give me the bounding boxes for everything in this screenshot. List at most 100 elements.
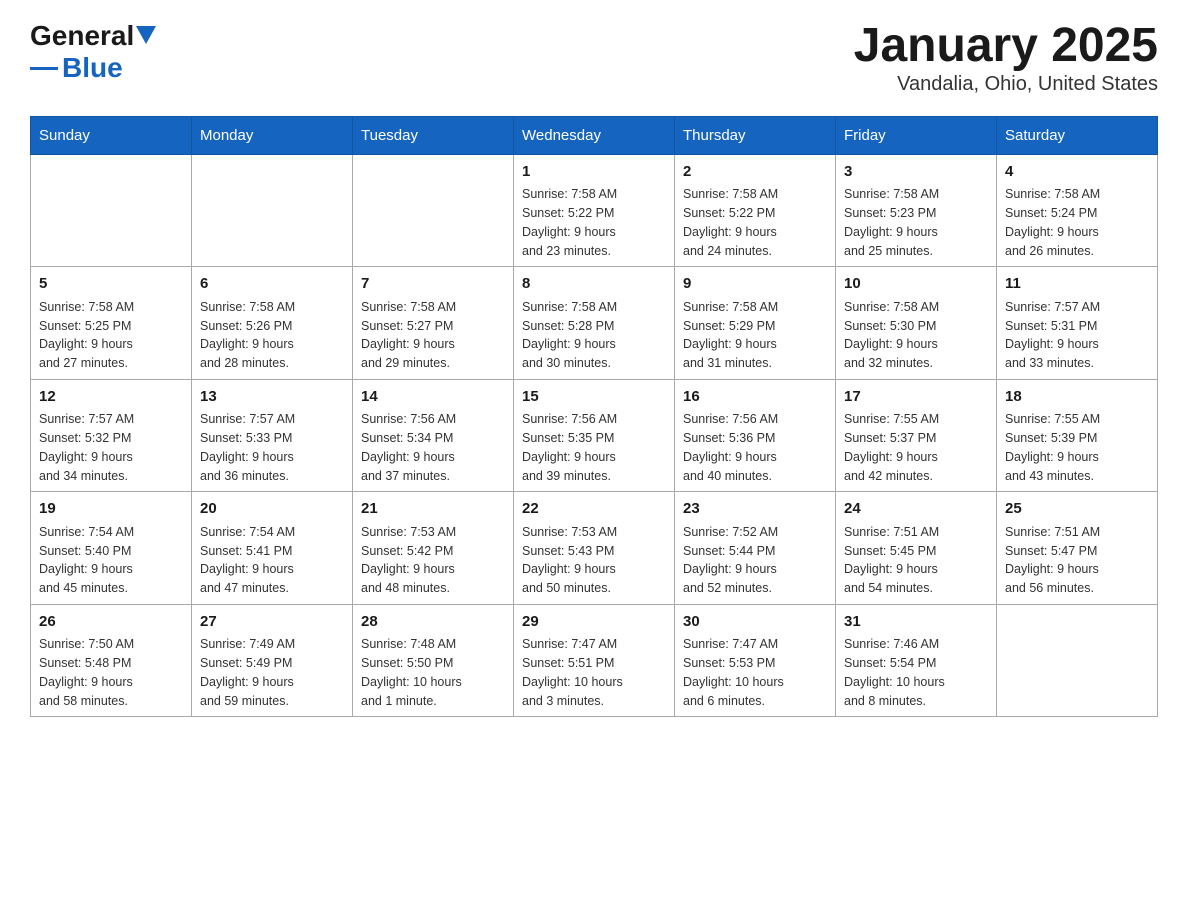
table-row — [353, 154, 514, 267]
col-wednesday: Wednesday — [514, 116, 675, 154]
page-subtitle: Vandalia, Ohio, United States — [854, 73, 1158, 96]
day-info: Sunrise: 7:46 AM Sunset: 5:54 PM Dayligh… — [844, 635, 988, 710]
day-number: 1 — [522, 161, 666, 184]
day-number: 18 — [1005, 386, 1149, 409]
day-number: 29 — [522, 611, 666, 634]
table-row: 4Sunrise: 7:58 AM Sunset: 5:24 PM Daylig… — [997, 154, 1158, 267]
calendar-week-row: 19Sunrise: 7:54 AM Sunset: 5:40 PM Dayli… — [31, 492, 1158, 605]
day-info: Sunrise: 7:58 AM Sunset: 5:28 PM Dayligh… — [522, 298, 666, 373]
table-row: 17Sunrise: 7:55 AM Sunset: 5:37 PM Dayli… — [836, 379, 997, 492]
day-info: Sunrise: 7:56 AM Sunset: 5:36 PM Dayligh… — [683, 410, 827, 485]
day-info: Sunrise: 7:57 AM Sunset: 5:31 PM Dayligh… — [1005, 298, 1149, 373]
table-row: 27Sunrise: 7:49 AM Sunset: 5:49 PM Dayli… — [192, 604, 353, 717]
table-row: 21Sunrise: 7:53 AM Sunset: 5:42 PM Dayli… — [353, 492, 514, 605]
day-number: 17 — [844, 386, 988, 409]
day-info: Sunrise: 7:56 AM Sunset: 5:34 PM Dayligh… — [361, 410, 505, 485]
table-row: 29Sunrise: 7:47 AM Sunset: 5:51 PM Dayli… — [514, 604, 675, 717]
day-info: Sunrise: 7:55 AM Sunset: 5:39 PM Dayligh… — [1005, 410, 1149, 485]
page-header: General Blue January 2025 Vandalia, Ohio… — [30, 20, 1158, 96]
day-number: 16 — [683, 386, 827, 409]
calendar-header-row: Sunday Monday Tuesday Wednesday Thursday… — [31, 116, 1158, 154]
table-row: 19Sunrise: 7:54 AM Sunset: 5:40 PM Dayli… — [31, 492, 192, 605]
day-info: Sunrise: 7:50 AM Sunset: 5:48 PM Dayligh… — [39, 635, 183, 710]
day-number: 6 — [200, 273, 344, 296]
col-sunday: Sunday — [31, 116, 192, 154]
calendar-week-row: 12Sunrise: 7:57 AM Sunset: 5:32 PM Dayli… — [31, 379, 1158, 492]
calendar-week-row: 1Sunrise: 7:58 AM Sunset: 5:22 PM Daylig… — [31, 154, 1158, 267]
table-row — [31, 154, 192, 267]
day-number: 26 — [39, 611, 183, 634]
day-number: 8 — [522, 273, 666, 296]
day-info: Sunrise: 7:58 AM Sunset: 5:27 PM Dayligh… — [361, 298, 505, 373]
table-row: 18Sunrise: 7:55 AM Sunset: 5:39 PM Dayli… — [997, 379, 1158, 492]
day-number: 4 — [1005, 161, 1149, 184]
day-number: 25 — [1005, 498, 1149, 521]
page-title: January 2025 — [854, 20, 1158, 73]
table-row: 31Sunrise: 7:46 AM Sunset: 5:54 PM Dayli… — [836, 604, 997, 717]
day-number: 22 — [522, 498, 666, 521]
table-row: 9Sunrise: 7:58 AM Sunset: 5:29 PM Daylig… — [675, 267, 836, 380]
day-number: 28 — [361, 611, 505, 634]
day-number: 14 — [361, 386, 505, 409]
day-info: Sunrise: 7:47 AM Sunset: 5:51 PM Dayligh… — [522, 635, 666, 710]
day-number: 2 — [683, 161, 827, 184]
day-info: Sunrise: 7:58 AM Sunset: 5:30 PM Dayligh… — [844, 298, 988, 373]
title-block: January 2025 Vandalia, Ohio, United Stat… — [854, 20, 1158, 96]
table-row: 8Sunrise: 7:58 AM Sunset: 5:28 PM Daylig… — [514, 267, 675, 380]
logo-general-text: General — [30, 20, 134, 52]
day-info: Sunrise: 7:58 AM Sunset: 5:26 PM Dayligh… — [200, 298, 344, 373]
day-info: Sunrise: 7:52 AM Sunset: 5:44 PM Dayligh… — [683, 523, 827, 598]
table-row: 25Sunrise: 7:51 AM Sunset: 5:47 PM Dayli… — [997, 492, 1158, 605]
logo: General Blue — [30, 20, 156, 84]
table-row: 10Sunrise: 7:58 AM Sunset: 5:30 PM Dayli… — [836, 267, 997, 380]
day-number: 9 — [683, 273, 827, 296]
table-row: 26Sunrise: 7:50 AM Sunset: 5:48 PM Dayli… — [31, 604, 192, 717]
col-thursday: Thursday — [675, 116, 836, 154]
table-row — [997, 604, 1158, 717]
day-info: Sunrise: 7:58 AM Sunset: 5:25 PM Dayligh… — [39, 298, 183, 373]
table-row: 14Sunrise: 7:56 AM Sunset: 5:34 PM Dayli… — [353, 379, 514, 492]
day-number: 13 — [200, 386, 344, 409]
day-info: Sunrise: 7:58 AM Sunset: 5:22 PM Dayligh… — [683, 185, 827, 260]
day-info: Sunrise: 7:58 AM Sunset: 5:24 PM Dayligh… — [1005, 185, 1149, 260]
table-row: 20Sunrise: 7:54 AM Sunset: 5:41 PM Dayli… — [192, 492, 353, 605]
table-row: 15Sunrise: 7:56 AM Sunset: 5:35 PM Dayli… — [514, 379, 675, 492]
table-row: 22Sunrise: 7:53 AM Sunset: 5:43 PM Dayli… — [514, 492, 675, 605]
day-info: Sunrise: 7:47 AM Sunset: 5:53 PM Dayligh… — [683, 635, 827, 710]
day-info: Sunrise: 7:56 AM Sunset: 5:35 PM Dayligh… — [522, 410, 666, 485]
day-number: 10 — [844, 273, 988, 296]
col-monday: Monday — [192, 116, 353, 154]
calendar-week-row: 5Sunrise: 7:58 AM Sunset: 5:25 PM Daylig… — [31, 267, 1158, 380]
table-row: 24Sunrise: 7:51 AM Sunset: 5:45 PM Dayli… — [836, 492, 997, 605]
table-row: 11Sunrise: 7:57 AM Sunset: 5:31 PM Dayli… — [997, 267, 1158, 380]
day-info: Sunrise: 7:49 AM Sunset: 5:49 PM Dayligh… — [200, 635, 344, 710]
col-saturday: Saturday — [997, 116, 1158, 154]
day-info: Sunrise: 7:54 AM Sunset: 5:40 PM Dayligh… — [39, 523, 183, 598]
table-row: 7Sunrise: 7:58 AM Sunset: 5:27 PM Daylig… — [353, 267, 514, 380]
day-number: 20 — [200, 498, 344, 521]
day-info: Sunrise: 7:57 AM Sunset: 5:33 PM Dayligh… — [200, 410, 344, 485]
logo-blue-text: Blue — [62, 52, 123, 84]
col-friday: Friday — [836, 116, 997, 154]
table-row: 28Sunrise: 7:48 AM Sunset: 5:50 PM Dayli… — [353, 604, 514, 717]
table-row: 16Sunrise: 7:56 AM Sunset: 5:36 PM Dayli… — [675, 379, 836, 492]
table-row: 2Sunrise: 7:58 AM Sunset: 5:22 PM Daylig… — [675, 154, 836, 267]
day-number: 3 — [844, 161, 988, 184]
day-info: Sunrise: 7:57 AM Sunset: 5:32 PM Dayligh… — [39, 410, 183, 485]
logo-triangle-icon — [136, 26, 156, 46]
day-info: Sunrise: 7:58 AM Sunset: 5:22 PM Dayligh… — [522, 185, 666, 260]
table-row — [192, 154, 353, 267]
day-number: 19 — [39, 498, 183, 521]
day-number: 15 — [522, 386, 666, 409]
day-number: 27 — [200, 611, 344, 634]
day-number: 31 — [844, 611, 988, 634]
day-info: Sunrise: 7:51 AM Sunset: 5:45 PM Dayligh… — [844, 523, 988, 598]
day-number: 5 — [39, 273, 183, 296]
table-row: 6Sunrise: 7:58 AM Sunset: 5:26 PM Daylig… — [192, 267, 353, 380]
day-info: Sunrise: 7:53 AM Sunset: 5:43 PM Dayligh… — [522, 523, 666, 598]
day-info: Sunrise: 7:48 AM Sunset: 5:50 PM Dayligh… — [361, 635, 505, 710]
day-info: Sunrise: 7:58 AM Sunset: 5:23 PM Dayligh… — [844, 185, 988, 260]
table-row: 30Sunrise: 7:47 AM Sunset: 5:53 PM Dayli… — [675, 604, 836, 717]
day-info: Sunrise: 7:55 AM Sunset: 5:37 PM Dayligh… — [844, 410, 988, 485]
table-row: 3Sunrise: 7:58 AM Sunset: 5:23 PM Daylig… — [836, 154, 997, 267]
